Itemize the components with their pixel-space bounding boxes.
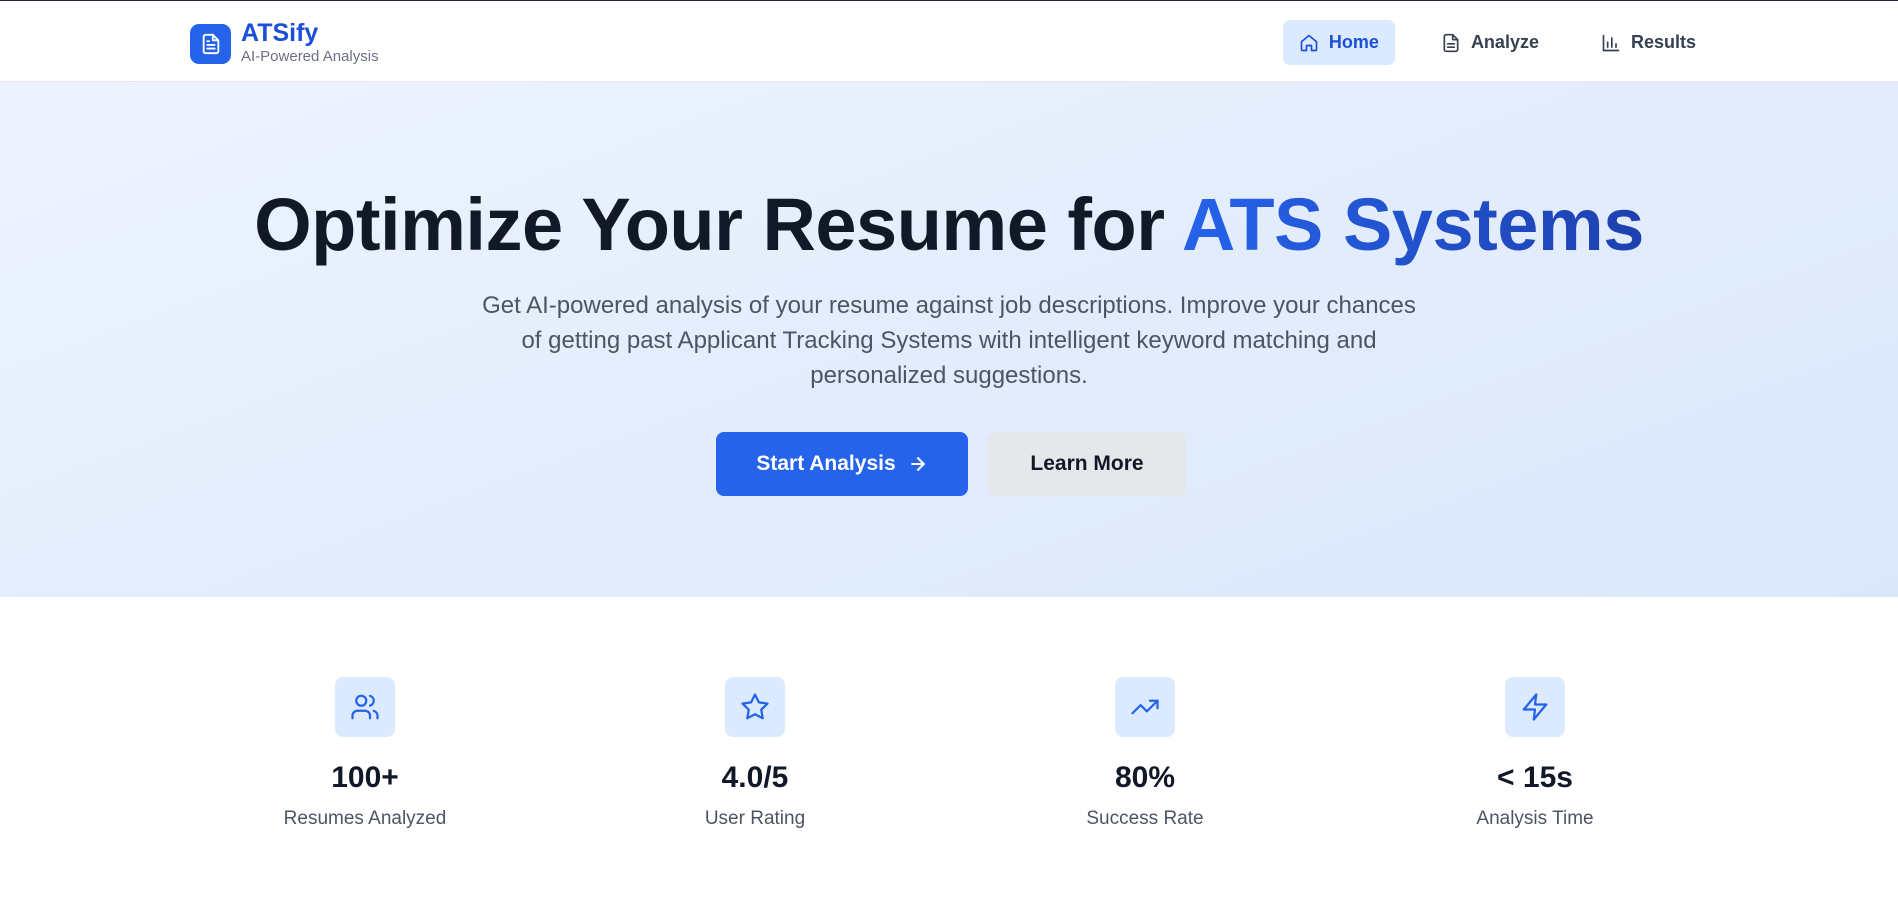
start-analysis-label: Start Analysis — [756, 452, 896, 475]
brand-name: ATSify — [241, 19, 319, 47]
document-icon — [1443, 33, 1459, 52]
stat-success-rate: 80% Success Rate — [995, 677, 1295, 831]
hero-title: Optimize Your Resume for ATS Systems — [0, 180, 1898, 270]
nav-results-label: Results — [1630, 32, 1696, 52]
nav-home[interactable]: Home — [1282, 20, 1395, 65]
stat-label: Resumes Analyzed — [283, 808, 447, 829]
stat-value: 100+ — [331, 761, 399, 794]
hero-description: Get AI-powered analysis of your resume a… — [482, 292, 1416, 389]
hero-title-prefix: Optimize Your Resume for — [254, 183, 1182, 266]
brand[interactable]: ATSify AI-Powered Analysis — [190, 20, 379, 67]
stat-analysis-time: < 15s Analysis Time — [1385, 677, 1685, 831]
trending-up-icon — [1115, 677, 1175, 737]
hero-title-accent: ATS Systems — [1181, 183, 1645, 266]
hero-section: Optimize Your Resume for ATS Systems Get… — [0, 82, 1898, 597]
stat-label: User Rating — [704, 808, 806, 829]
stat-user-rating: 4.0/5 User Rating — [605, 677, 905, 831]
bar-chart-icon — [1602, 34, 1620, 51]
users-icon — [335, 677, 395, 737]
arrow-right-icon — [910, 457, 925, 471]
zap-icon — [1505, 677, 1565, 737]
home-icon — [1300, 34, 1318, 51]
brand-subtitle: AI-Powered Analysis — [241, 48, 379, 65]
document-icon — [190, 23, 231, 64]
stat-value: 4.0/5 — [721, 761, 789, 794]
learn-more-label: Learn More — [1030, 452, 1144, 475]
nav-analyze[interactable]: Analyze — [1425, 20, 1555, 65]
star-icon — [725, 677, 785, 737]
stat-value: < 15s — [1497, 761, 1573, 794]
start-analysis-button[interactable]: Start Analysis — [716, 432, 968, 496]
stat-label: Success Rate — [1086, 808, 1204, 829]
top-navbar: ATSify AI-Powered Analysis Home Analyze — [0, 1, 1898, 82]
stat-resumes-analyzed: 100+ Resumes Analyzed — [215, 677, 515, 831]
nav-results[interactable]: Results — [1585, 20, 1712, 65]
nav-home-label: Home — [1328, 32, 1379, 52]
main-nav: Home Analyze Results — [1282, 20, 1712, 65]
learn-more-button[interactable]: Learn More — [988, 432, 1186, 496]
stat-label: Analysis Time — [1476, 808, 1594, 829]
nav-analyze-label: Analyze — [1470, 32, 1539, 52]
stat-value: 80% — [1114, 761, 1176, 794]
hero-actions: Start Analysis Learn More — [0, 432, 1898, 496]
